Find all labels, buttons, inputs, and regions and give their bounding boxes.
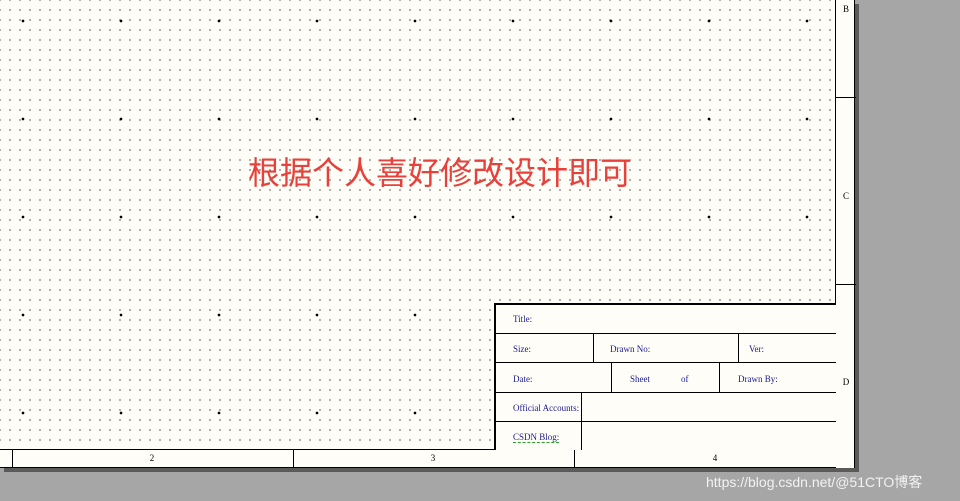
- zone-row-b-label: B: [842, 4, 849, 14]
- csdn-blog-label[interactable]: CSDN Blog:: [513, 432, 560, 443]
- zone-divider: [574, 450, 575, 468]
- title-label: Title:: [513, 314, 533, 324]
- zone-col-4-label: 4: [712, 453, 718, 463]
- of-label: of: [681, 374, 689, 384]
- size-label: Size:: [513, 344, 531, 354]
- tb-row-line: [496, 392, 836, 393]
- bottom-zone-border: 2 3 4: [0, 449, 836, 468]
- tb-row-line: [496, 421, 836, 422]
- tb-col-line: [738, 334, 739, 362]
- zone-col-3-label: 3: [430, 453, 436, 463]
- date-label: Date:: [513, 374, 533, 384]
- sheet-label: Sheet: [630, 374, 650, 384]
- tb-col-line: [719, 363, 720, 392]
- drawn-by-label: Drawn By:: [738, 374, 778, 384]
- ver-label: Ver:: [749, 344, 764, 354]
- title-block[interactable]: Title: Size: Drawn No: Ver: Date: Sheet …: [494, 303, 836, 450]
- zone-col-2-label: 2: [149, 453, 155, 463]
- official-accounts-label: Official Accounts:: [513, 403, 580, 413]
- zone-divider: [12, 450, 13, 468]
- annotation-text: 根据个人喜好修改设计即可: [248, 154, 633, 192]
- right-zone-border: B C D: [835, 0, 856, 468]
- zone-divider: [293, 450, 294, 468]
- schematic-sheet[interactable]: 根据个人喜好修改设计即可 B C D 2 3 4 Title: Size: Dr…: [0, 0, 856, 468]
- watermark-text: https://blog.csdn.net/@51CTO博客: [706, 474, 923, 490]
- tb-row-line: [496, 333, 836, 334]
- drawn-no-label: Drawn No:: [610, 344, 651, 354]
- tb-row-line: [496, 362, 836, 363]
- zone-divider: [836, 97, 856, 98]
- tb-col-line: [581, 393, 582, 450]
- tb-col-line: [593, 334, 594, 362]
- zone-row-c-label: C: [842, 191, 849, 201]
- zone-row-d-label: D: [842, 377, 850, 387]
- zone-divider: [836, 284, 856, 285]
- tb-col-line: [611, 363, 612, 392]
